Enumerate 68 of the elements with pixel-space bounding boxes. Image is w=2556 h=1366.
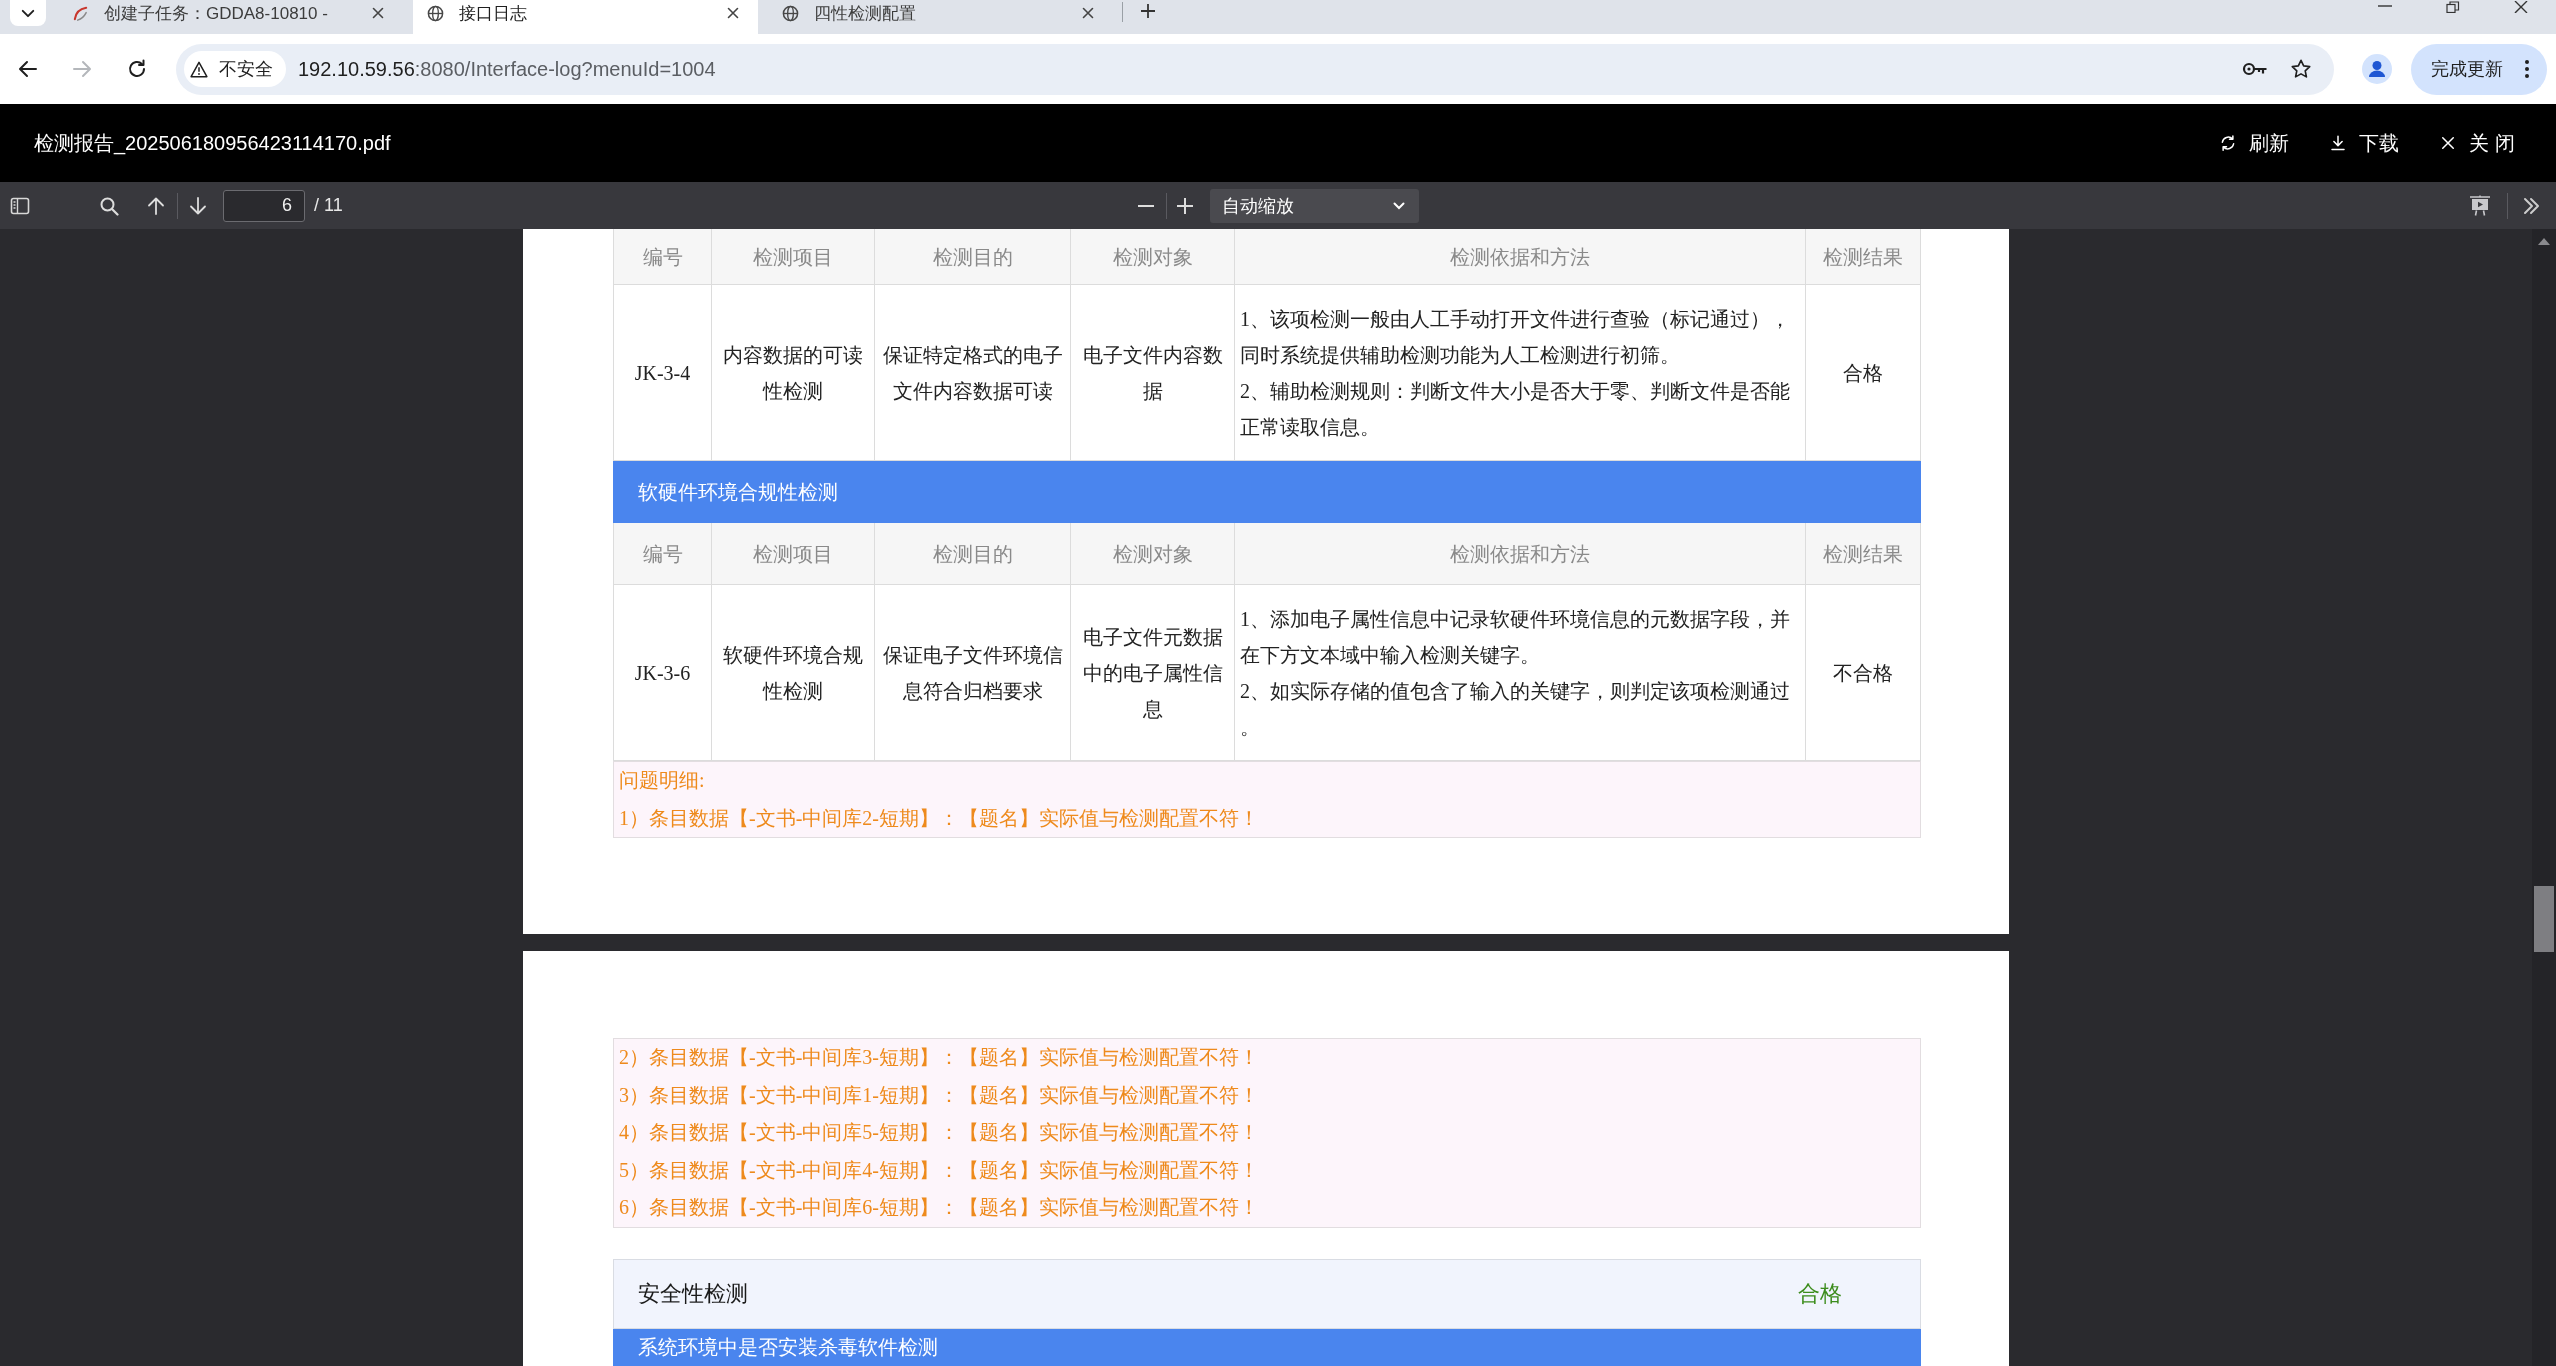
chevron-down-icon bbox=[1392, 201, 1405, 210]
method-step: 2、如实际存储的值包含了输入的关键字，则判定该项检测通过。 bbox=[1240, 672, 1799, 745]
column-header: 检测目的 bbox=[875, 523, 1071, 585]
close-button[interactable]: 关 闭 bbox=[2439, 129, 2515, 157]
sidebar-toggle-icon[interactable] bbox=[10, 195, 30, 216]
warning-icon bbox=[190, 60, 208, 78]
chevron-down-icon bbox=[21, 8, 35, 18]
arrow-up-icon[interactable] bbox=[146, 195, 166, 216]
section-bar: 软硬件环境合规性检测 bbox=[613, 461, 1921, 523]
scrollbar-thumb[interactable] bbox=[2534, 886, 2554, 952]
minus-icon[interactable] bbox=[1137, 204, 1154, 207]
arrow-down-icon[interactable] bbox=[188, 195, 208, 216]
zoom-select[interactable]: 自动缩放 bbox=[1209, 188, 1419, 223]
tab-list-button[interactable] bbox=[10, 0, 46, 26]
problem-item: 6）条目数据【-文书-中间库6-短期】：【题名】实际值与检测配置不符！ bbox=[619, 1195, 1260, 1220]
section-bar: 系统环境中是否安装杀毒软件检测 bbox=[613, 1328, 1921, 1366]
problem-item: 3）条目数据【-文书-中间库1-短期】：【题名】实际值与检测配置不符！ bbox=[619, 1082, 1260, 1108]
address-bar[interactable]: 不安全 192.10.59.56:8080/Interface-log?menuId=1004 bbox=[176, 43, 2334, 95]
globe-icon bbox=[427, 4, 444, 22]
browser-tab[interactable]: 创建子任务：GDDA8-10810 - bbox=[58, 0, 403, 34]
update-button[interactable]: 完成更新 bbox=[2411, 43, 2547, 95]
browser-tab[interactable]: 接口日志 bbox=[413, 0, 758, 34]
method-step: 1、添加电子属性信息中记录软硬件环境信息的元数据字段，并在下方文本域中输入检测关键字。 bbox=[1240, 600, 1799, 673]
star-icon[interactable] bbox=[2290, 58, 2312, 80]
presentation-icon[interactable] bbox=[2469, 194, 2491, 217]
column-header: 检测项目 bbox=[712, 229, 875, 285]
category-title: 安全性检测 bbox=[638, 1279, 748, 1308]
close-icon[interactable] bbox=[1082, 7, 1094, 19]
page-number-field[interactable]: 6 bbox=[223, 189, 305, 222]
refresh-button[interactable]: 刷新 bbox=[2219, 129, 2290, 157]
problem-item: 1）条目数据【-文书-中间库2-短期】：【题名】实际值与检测配置不符！ bbox=[619, 805, 1260, 831]
column-header: 检测结果 bbox=[1806, 229, 1921, 285]
browser-tab[interactable]: 四性检测配置 bbox=[768, 0, 1113, 34]
download-button[interactable]: 下载 bbox=[2329, 129, 2400, 157]
scroll-up-icon[interactable] bbox=[2538, 238, 2550, 245]
column-header: 检测对象 bbox=[1071, 229, 1235, 285]
column-header: 编号 bbox=[614, 523, 712, 585]
kebab-menu-icon bbox=[2525, 60, 2529, 78]
globe-icon bbox=[782, 4, 799, 22]
key-icon[interactable] bbox=[2242, 61, 2268, 77]
close-icon[interactable] bbox=[372, 7, 384, 19]
close-icon[interactable] bbox=[2514, 1, 2528, 13]
avatar-icon[interactable] bbox=[2362, 54, 2392, 84]
search-icon[interactable] bbox=[99, 195, 119, 216]
problem-heading: 问题明细: bbox=[619, 768, 706, 793]
column-header: 检测依据和方法 bbox=[1235, 229, 1806, 285]
method-step: 1、该项检测一般由人工手动打开文件进行查验（标记通过），同时系统提供辅助检测功能为人工检测进行初筛。 bbox=[1240, 300, 1799, 373]
column-header: 检测结果 bbox=[1806, 523, 1921, 585]
close-icon[interactable] bbox=[727, 7, 739, 19]
pdf-filename: 检测报告_202506180956423114170.pdf bbox=[34, 130, 391, 157]
column-header: 编号 bbox=[614, 229, 712, 285]
url-text: 192.10.59.56:8080/Interface-log?menuId=1004 bbox=[298, 57, 716, 81]
download-icon bbox=[2329, 134, 2348, 152]
column-header: 检测依据和方法 bbox=[1235, 523, 1806, 585]
curve-logo-icon bbox=[72, 4, 89, 22]
problem-item: 5）条目数据【-文书-中间库4-短期】：【题名】实际值与检测配置不符！ bbox=[619, 1157, 1260, 1183]
page-count: / 11 bbox=[314, 195, 343, 216]
security-chip[interactable]: 不安全 bbox=[184, 51, 286, 87]
problem-item: 4）条目数据【-文书-中间库5-短期】：【题名】实际值与检测配置不符！ bbox=[619, 1120, 1260, 1145]
plus-icon[interactable] bbox=[1140, 3, 1156, 19]
method-step: 2、辅助检测规则：判断文件大小是否大于零、判断文件是否能正常读取信息。 bbox=[1240, 372, 1799, 445]
double-chevron-icon[interactable] bbox=[2521, 195, 2541, 216]
problem-item: 2）条目数据【-文书-中间库3-短期】：【题名】实际值与检测配置不符！ bbox=[619, 1045, 1260, 1070]
column-header: 检测目的 bbox=[875, 229, 1071, 285]
restore-icon[interactable] bbox=[2446, 1, 2460, 13]
category-result: 合格 bbox=[1798, 1279, 1842, 1308]
column-header: 检测对象 bbox=[1071, 523, 1235, 585]
column-header: 检测项目 bbox=[712, 523, 875, 585]
